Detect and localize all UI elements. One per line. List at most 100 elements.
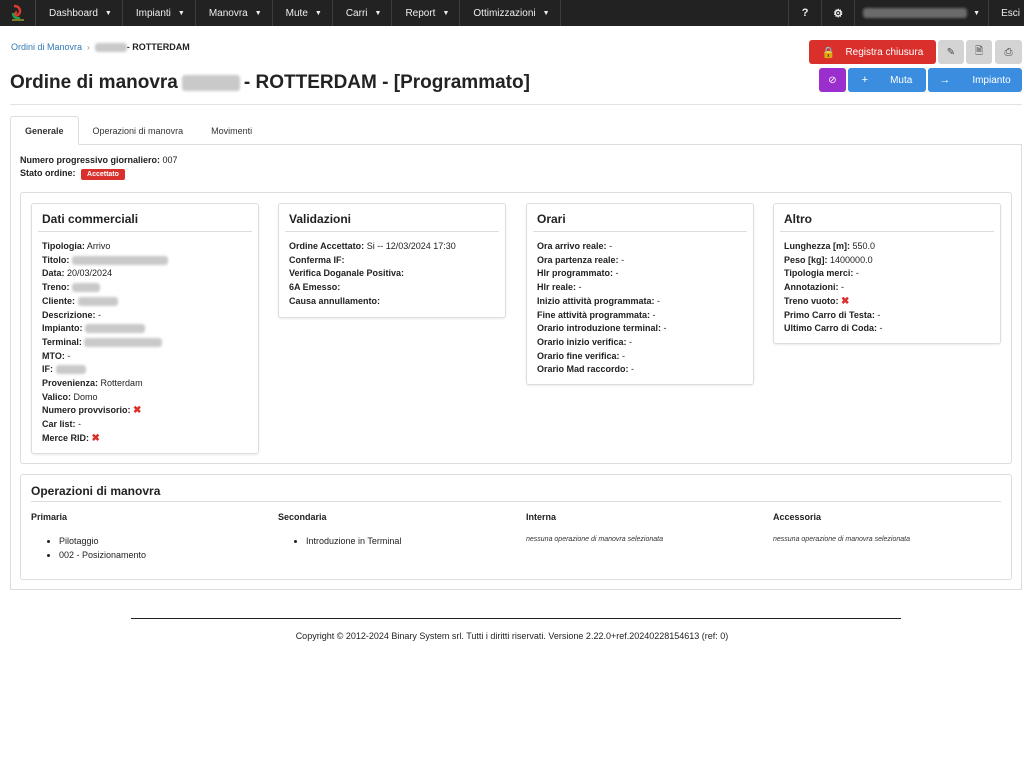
settings-button[interactable]: ⚙ xyxy=(821,0,854,26)
caret-down-icon: ▼ xyxy=(314,9,322,17)
row-label: Hlr reale: xyxy=(537,282,577,293)
nav-report[interactable]: Report ▼ xyxy=(392,0,461,26)
row-label: 6A Emesso: xyxy=(289,282,341,293)
row-treno-vuoto: Treno vuoto: ✖ xyxy=(784,295,990,309)
redacted-value xyxy=(77,296,118,306)
nav-impianti[interactable]: Impianti ▼ xyxy=(123,0,196,26)
row-car-list: Car list: - xyxy=(42,418,248,432)
row-value: - xyxy=(855,268,859,279)
row-mad-raccordo: Orario Mad raccordo: - xyxy=(537,363,743,377)
card-validazioni: Validazioni Ordine Accettato: Si -- 12/0… xyxy=(278,203,506,318)
tab-movimenti[interactable]: Movimenti xyxy=(197,116,266,145)
ops-col-title: Secondaria xyxy=(278,512,327,522)
redacted-value xyxy=(85,324,146,334)
row-ordine-accettato: Ordine Accettato: Si -- 12/03/2024 17:30 xyxy=(289,240,495,254)
redacted-value xyxy=(72,283,101,293)
logo-icon xyxy=(11,4,24,21)
help-button[interactable]: ? xyxy=(788,0,821,26)
row-label: Numero provvisorio: xyxy=(42,405,131,416)
row-label: Terminal: xyxy=(42,336,82,347)
nav-mute[interactable]: Mute ▼ xyxy=(273,0,333,26)
breadcrumb-link-ordini[interactable]: Ordini di Manovra xyxy=(11,42,82,52)
row-inizio-attivita: Inizio attività programmata: - xyxy=(537,295,743,309)
redacted-value xyxy=(71,255,168,265)
row-label: Orario fine verifica: xyxy=(537,350,620,361)
row-value: - xyxy=(652,309,656,320)
row-value: - xyxy=(621,254,625,265)
nav-dashboard-label: Dashboard xyxy=(49,7,98,19)
row-descrizione: Descrizione: - xyxy=(42,309,248,323)
row-label: Fine attività programmata: xyxy=(537,309,651,320)
nav-manovra[interactable]: Manovra ▼ xyxy=(196,0,273,26)
row-merce-rid: Merce RID: ✖ xyxy=(42,432,248,446)
tab-generale[interactable]: Generale xyxy=(10,116,79,145)
top-navbar: Dashboard ▼ Impianti ▼ Manovra ▼ Mute ▼ Carr… xyxy=(0,0,1024,26)
document-button[interactable]: 🗎 xyxy=(966,40,992,64)
nav-carri[interactable]: Carri ▼ xyxy=(333,0,393,26)
user-menu[interactable]: ▼ xyxy=(854,0,988,26)
ops-col-accessoria: Accessoria nessuna operazione di manovra… xyxy=(773,512,1003,543)
cancel-order-button[interactable]: ⊘ xyxy=(819,68,846,92)
redacted-id xyxy=(181,75,240,91)
row-value: - xyxy=(578,282,582,293)
row-introduzione-terminal: Orario introduzione terminal: - xyxy=(537,322,743,336)
row-label: Data: xyxy=(42,268,65,279)
registra-chiusura-button[interactable]: 🔒 Registra chiusura xyxy=(809,40,936,64)
edit-button[interactable]: ✎ xyxy=(938,40,964,64)
row-verifica-doganale: Verifica Doganale Positiva: xyxy=(289,267,495,281)
nav-dashboard[interactable]: Dashboard ▼ xyxy=(36,0,123,26)
impianto-label: Impianto xyxy=(972,74,1011,86)
user-name-redacted xyxy=(863,8,968,18)
row-value: Rotterdam xyxy=(100,378,143,389)
tab-operazioni-label: Operazioni di manovra xyxy=(92,125,184,136)
nav-mute-label: Mute xyxy=(285,7,308,19)
row-mto: MTO: - xyxy=(42,350,248,364)
row-data: Data: 20/03/2024 xyxy=(42,267,248,281)
nav-ottimizzazioni[interactable]: Ottimizzazioni ▼ xyxy=(460,0,561,26)
ops-col-secondaria: Secondaria Introduzione in Terminal xyxy=(278,512,508,548)
breadcrumb-current: - ROTTERDAM xyxy=(126,42,190,52)
nav-ottimizzazioni-label: Ottimizzazioni xyxy=(473,7,536,19)
progressivo-label: Numero progressivo giornaliero: xyxy=(20,155,161,165)
row-terminal: Terminal: xyxy=(42,336,248,350)
row-numero-provvisorio: Numero provvisorio: ✖ xyxy=(42,404,248,418)
nav-manovra-label: Manovra xyxy=(208,7,248,19)
row-value: - xyxy=(629,336,633,347)
card-altro: Altro Lunghezza [m]: 550.0 Peso [kg]: 14… xyxy=(773,203,1001,344)
row-value: Si -- 12/03/2024 17:30 xyxy=(366,241,456,251)
status-badge: Accettato xyxy=(81,169,125,180)
plus-icon: + xyxy=(861,74,869,86)
ops-col-primaria: Primaria Pilotaggio 002 - Posizionamento xyxy=(31,512,261,562)
operazioni-title: Operazioni di manovra xyxy=(31,484,161,498)
row-label: Peso [kg]: xyxy=(784,254,828,265)
breadcrumb-separator-icon: › xyxy=(87,42,90,52)
tab-generale-label: Generale xyxy=(25,125,64,136)
print-button[interactable]: ⎙ xyxy=(995,40,1022,64)
row-label: Hlr programmato: xyxy=(537,268,614,279)
row-value: - xyxy=(615,268,619,279)
row-causa-annullamento: Causa annullamento: xyxy=(289,295,495,309)
row-hlr-programmato: Hlr programmato: - xyxy=(537,267,743,281)
ban-icon: ⊘ xyxy=(828,74,837,86)
row-cliente: Cliente: xyxy=(42,295,248,309)
row-value: - xyxy=(631,364,635,375)
tab-operazioni[interactable]: Operazioni di manovra xyxy=(79,116,198,145)
row-inizio-verifica: Orario inizio verifica: - xyxy=(537,336,743,350)
row-value: - xyxy=(67,350,71,361)
list-item: 002 - Posizionamento xyxy=(59,548,261,562)
muta-button[interactable]: + Muta xyxy=(848,68,926,92)
row-valico: Valico: Domo xyxy=(42,391,248,405)
print-icon: ⎙ xyxy=(1004,46,1013,58)
divider xyxy=(10,104,1022,105)
app-logo[interactable] xyxy=(0,0,36,26)
progressivo-value: 007 xyxy=(162,155,178,165)
footer-copyright: Copyright © 2012-2024 Binary System srl.… xyxy=(295,631,729,641)
empty-message: nessuna operazione di manovra selezionat… xyxy=(526,536,663,543)
impianto-button[interactable]: → Impianto xyxy=(928,68,1022,92)
row-ora-arrivo: Ora arrivo reale: - xyxy=(537,240,743,254)
row-tipologia: Tipologia: Arrivo xyxy=(42,240,248,254)
pencil-icon: ✎ xyxy=(946,46,956,58)
logout-button[interactable]: Esci xyxy=(988,0,1024,26)
logout-label: Esci xyxy=(1001,7,1020,19)
row-label: Annotazioni: xyxy=(784,282,839,293)
